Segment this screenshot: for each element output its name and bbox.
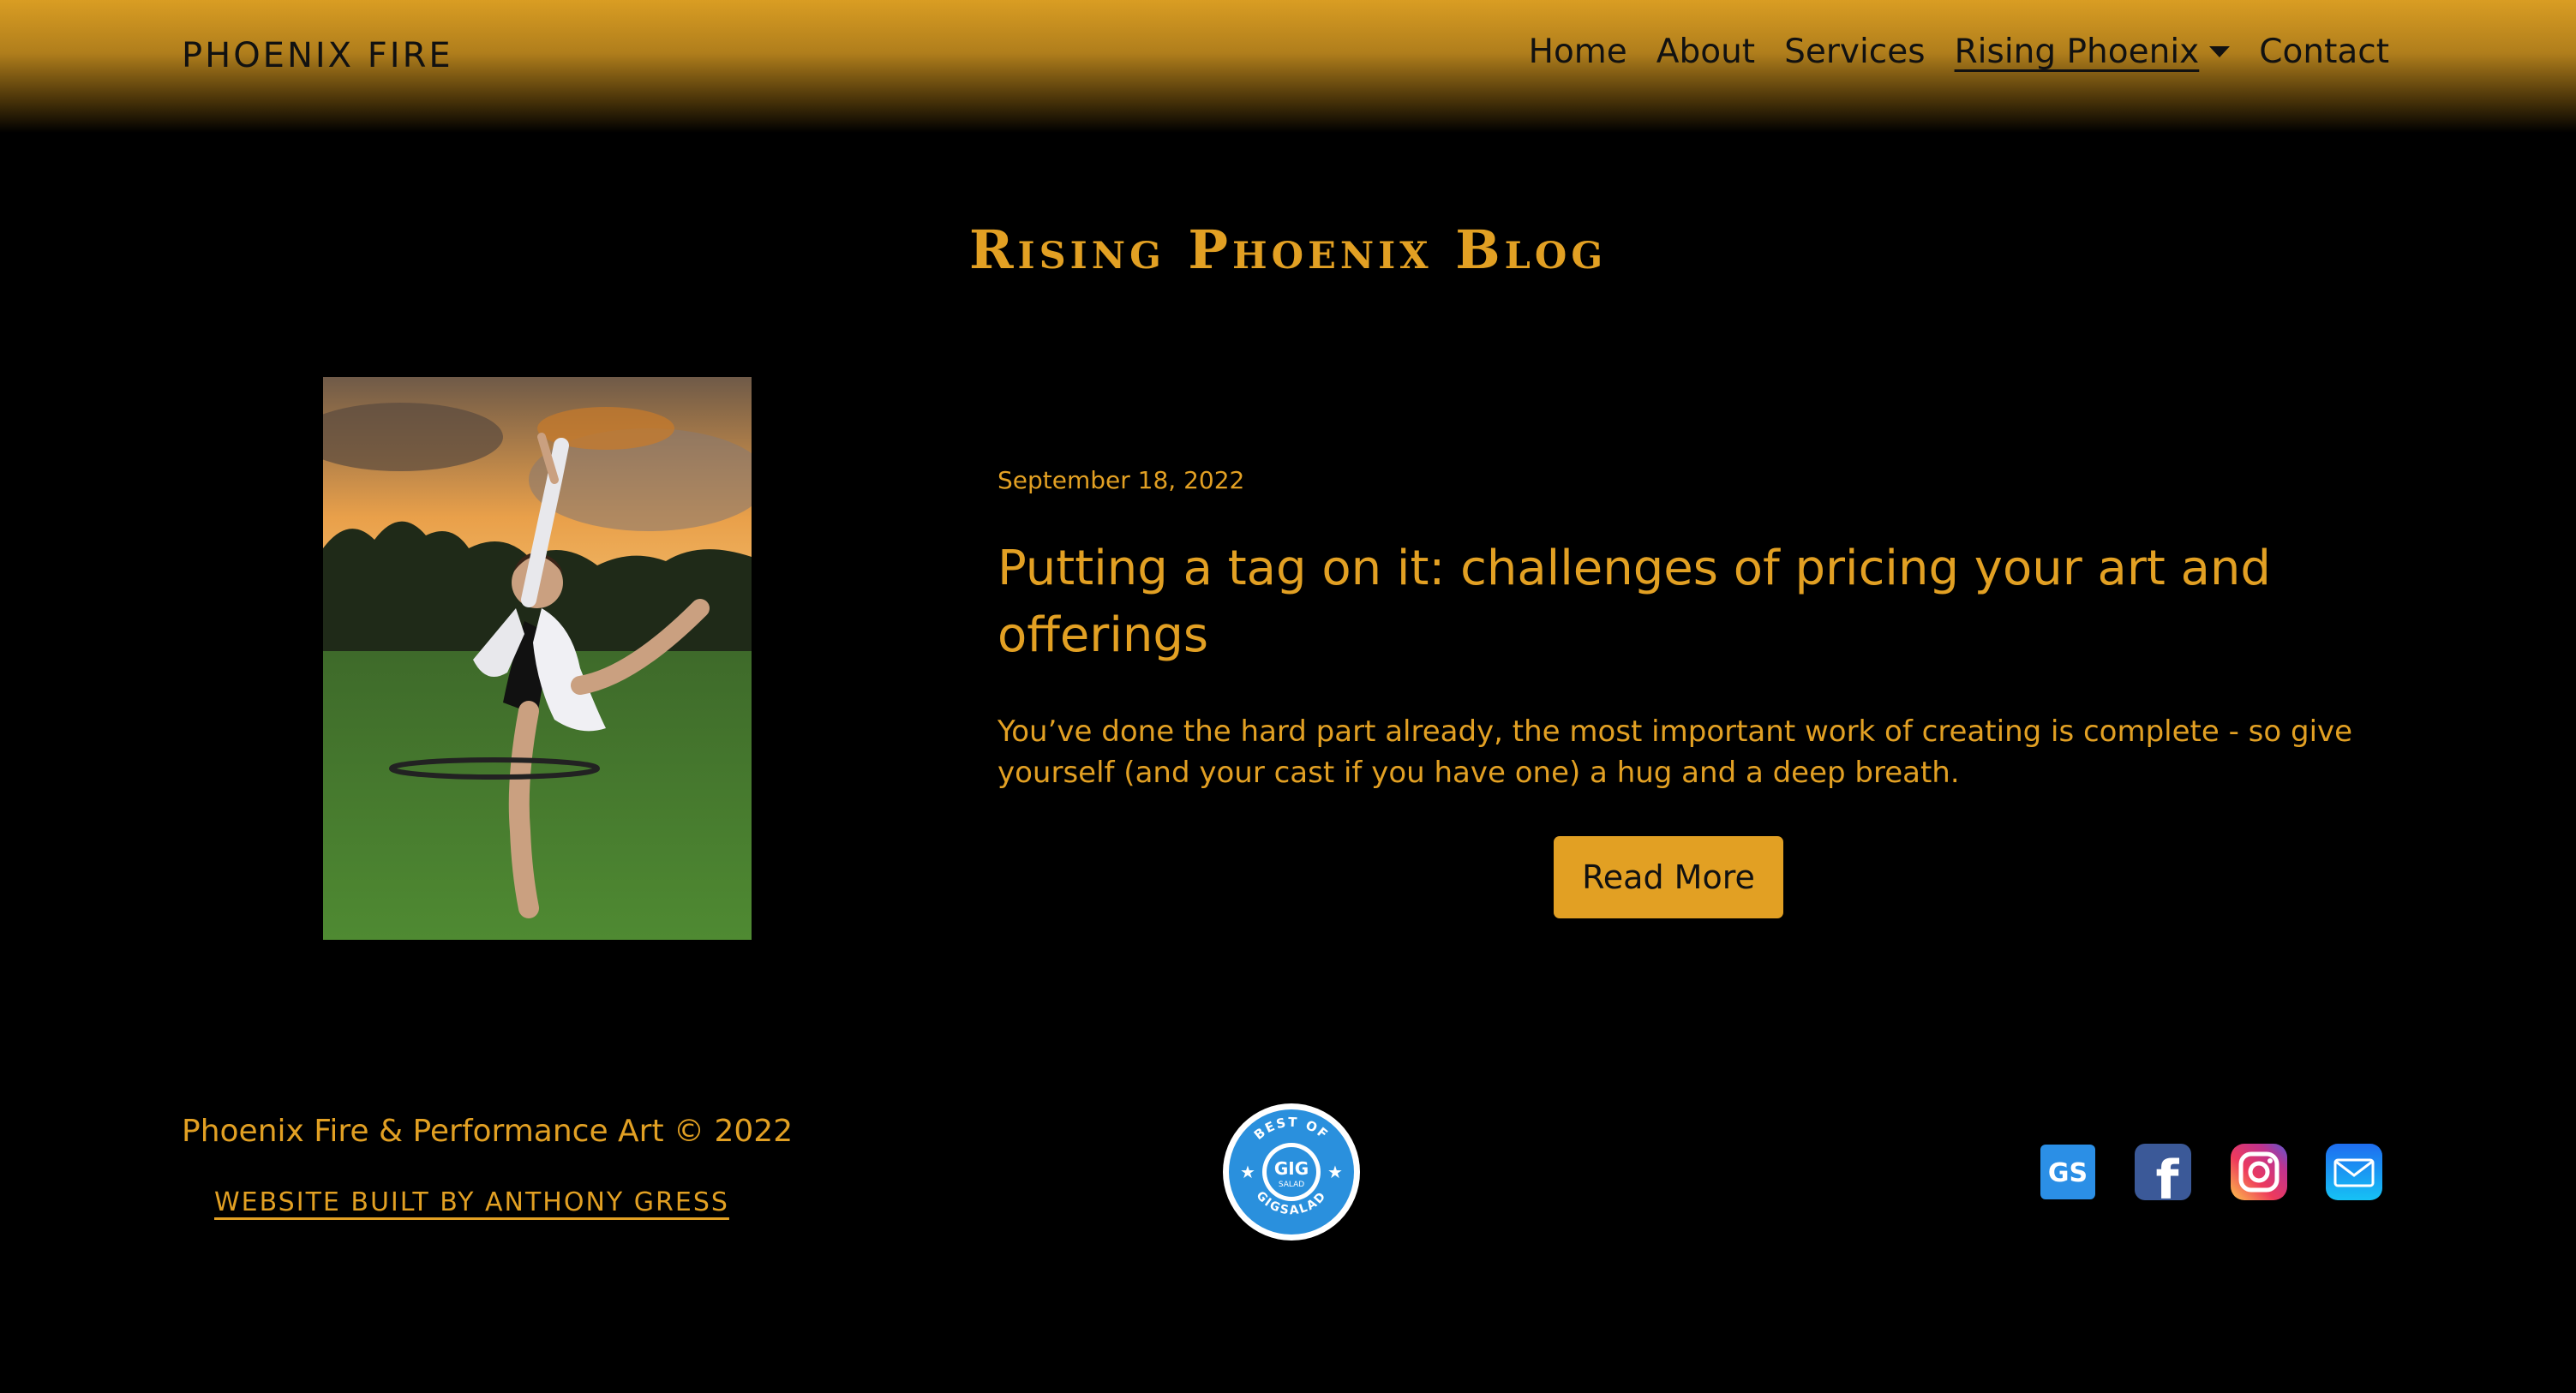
brand-logo-text[interactable]: PHOENIX FIRE — [182, 36, 453, 75]
badge-center-text: GIG — [1274, 1158, 1309, 1179]
post-excerpt: You’ve done the hard part already, the m… — [997, 714, 2353, 790]
nav-link-home-label: Home — [1528, 33, 1627, 71]
nav-link-services[interactable]: Services — [1784, 33, 1925, 71]
nav-link-rising-phoenix-label: Rising Phoenix — [1954, 33, 2200, 71]
nav-link-contact-label: Contact — [2259, 33, 2389, 71]
gigsalad-icon: GS — [2040, 1145, 2095, 1199]
read-more-button[interactable]: Read More — [1554, 836, 1783, 918]
nav-link-about-label: About — [1656, 33, 1756, 71]
email-icon — [2326, 1144, 2382, 1200]
nav-dropdown-rising-phoenix[interactable]: Rising Phoenix — [1955, 33, 2231, 71]
star-icon: ★ — [1240, 1162, 1255, 1182]
nav-link-about[interactable]: About — [1656, 33, 1755, 71]
performer-photo-illustration — [323, 377, 752, 940]
facebook-link[interactable]: f — [2133, 1142, 2193, 1202]
facebook-icon-text: f — [2156, 1149, 2180, 1202]
nav-link-home[interactable]: Home — [1529, 33, 1627, 71]
best-of-gigsalad-badge[interactable]: BEST OF GIGSALAD GIG SALAD ★ ★ — [1222, 1103, 1361, 1241]
nav-link-contact[interactable]: Contact — [2259, 33, 2389, 71]
gigsalad-icon-text: GS — [2048, 1158, 2088, 1188]
nav-link-services-label: Services — [1784, 33, 1926, 71]
post-title[interactable]: Putting a tag on it: challenges of prici… — [997, 535, 2351, 669]
star-icon: ★ — [1327, 1162, 1343, 1182]
instagram-link[interactable] — [2229, 1142, 2289, 1202]
email-link[interactable] — [2324, 1142, 2384, 1202]
gigsalad-link[interactable]: GS — [2038, 1142, 2098, 1202]
facebook-icon: f — [2135, 1144, 2191, 1202]
navbar: PHOENIX FIRE Home About Services Rising … — [0, 0, 2576, 133]
page-title: Rising Phoenix Blog — [968, 218, 1608, 281]
post-date: September 18, 2022 — [997, 466, 1245, 494]
post-thumbnail-image[interactable] — [323, 377, 752, 940]
caret-down-icon — [2209, 46, 2231, 57]
badge-center-subtext: SALAD — [1279, 1181, 1304, 1189]
website-builder-link[interactable]: Website built by Anthony Gress — [214, 1187, 729, 1217]
gigsalad-badge-icon: BEST OF GIGSALAD GIG SALAD ★ ★ — [1223, 1103, 1360, 1241]
footer-copyright: Phoenix Fire & Performance Art © 2022 — [182, 1114, 794, 1149]
instagram-icon — [2231, 1144, 2287, 1200]
main-nav: Home About Services Rising Phoenix Conta… — [1529, 33, 2389, 71]
